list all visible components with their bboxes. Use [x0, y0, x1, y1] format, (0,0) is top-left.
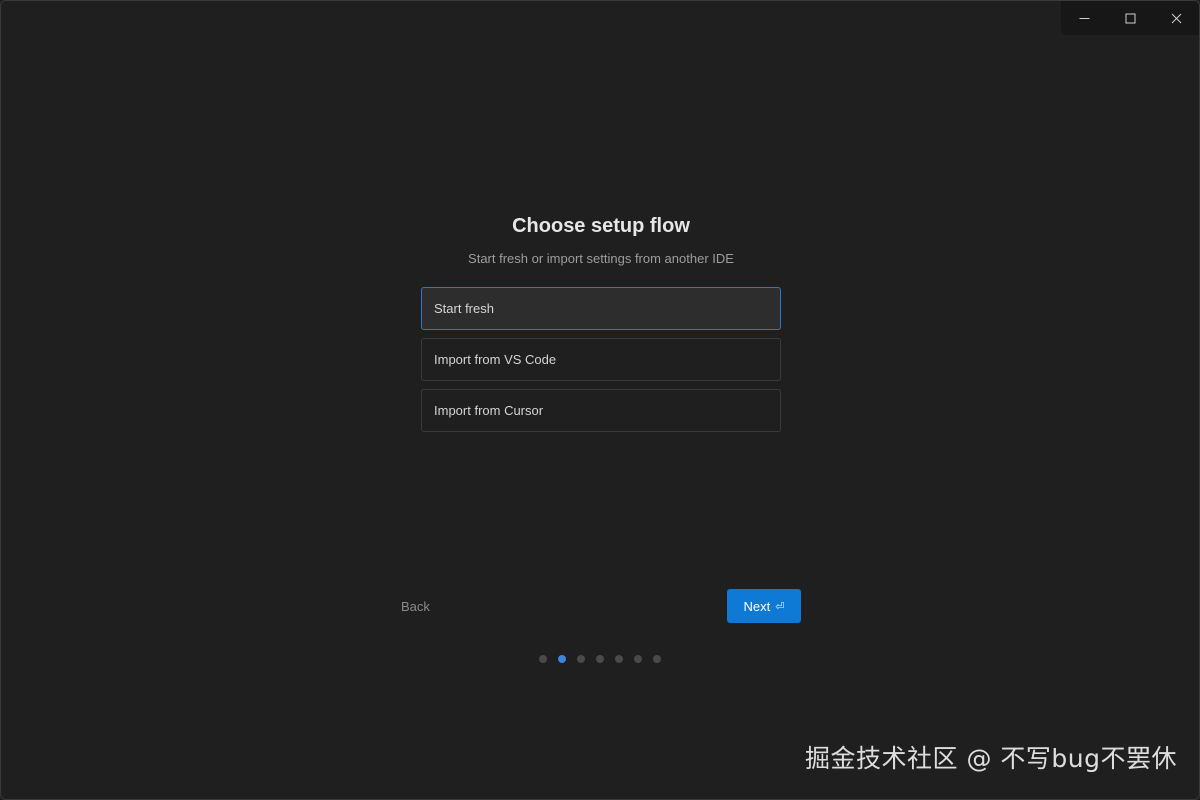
setup-window: Choose setup flow Start fresh or import …: [0, 0, 1200, 800]
window-controls: [1061, 1, 1199, 35]
step-dot[interactable]: [596, 655, 604, 663]
step-dot[interactable]: [653, 655, 661, 663]
step-dot-active[interactable]: [558, 655, 566, 663]
close-button[interactable]: [1153, 1, 1199, 35]
option-import-vscode[interactable]: Import from VS Code: [421, 338, 781, 381]
option-start-fresh[interactable]: Start fresh: [421, 287, 781, 330]
step-dot[interactable]: [539, 655, 547, 663]
setup-options-list: Start fresh Import from VS Code Import f…: [421, 287, 781, 440]
minimize-button[interactable]: [1061, 1, 1107, 35]
step-indicator: [539, 655, 661, 663]
next-button-label: Next: [743, 598, 771, 614]
close-icon: [1171, 13, 1181, 23]
next-button[interactable]: Next ⏎: [727, 589, 801, 623]
enter-key-icon: ⏎: [775, 599, 785, 613]
option-label: Import from Cursor: [434, 403, 544, 418]
maximize-icon: [1125, 13, 1135, 23]
maximize-button[interactable]: [1107, 1, 1153, 35]
page-title: Choose setup flow: [512, 215, 690, 237]
option-import-cursor[interactable]: Import from Cursor: [421, 389, 781, 432]
option-label: Import from VS Code: [434, 352, 557, 367]
minimize-icon: [1079, 17, 1089, 19]
watermark: 掘金技术社区 @ 不写bug不罢休: [805, 744, 1177, 773]
option-label: Start fresh: [434, 301, 494, 316]
step-dot[interactable]: [577, 655, 585, 663]
step-dot[interactable]: [634, 655, 642, 663]
step-dot[interactable]: [615, 655, 623, 663]
back-button[interactable]: Back: [401, 597, 430, 617]
page-subtitle: Start fresh or import settings from anot…: [468, 251, 734, 266]
